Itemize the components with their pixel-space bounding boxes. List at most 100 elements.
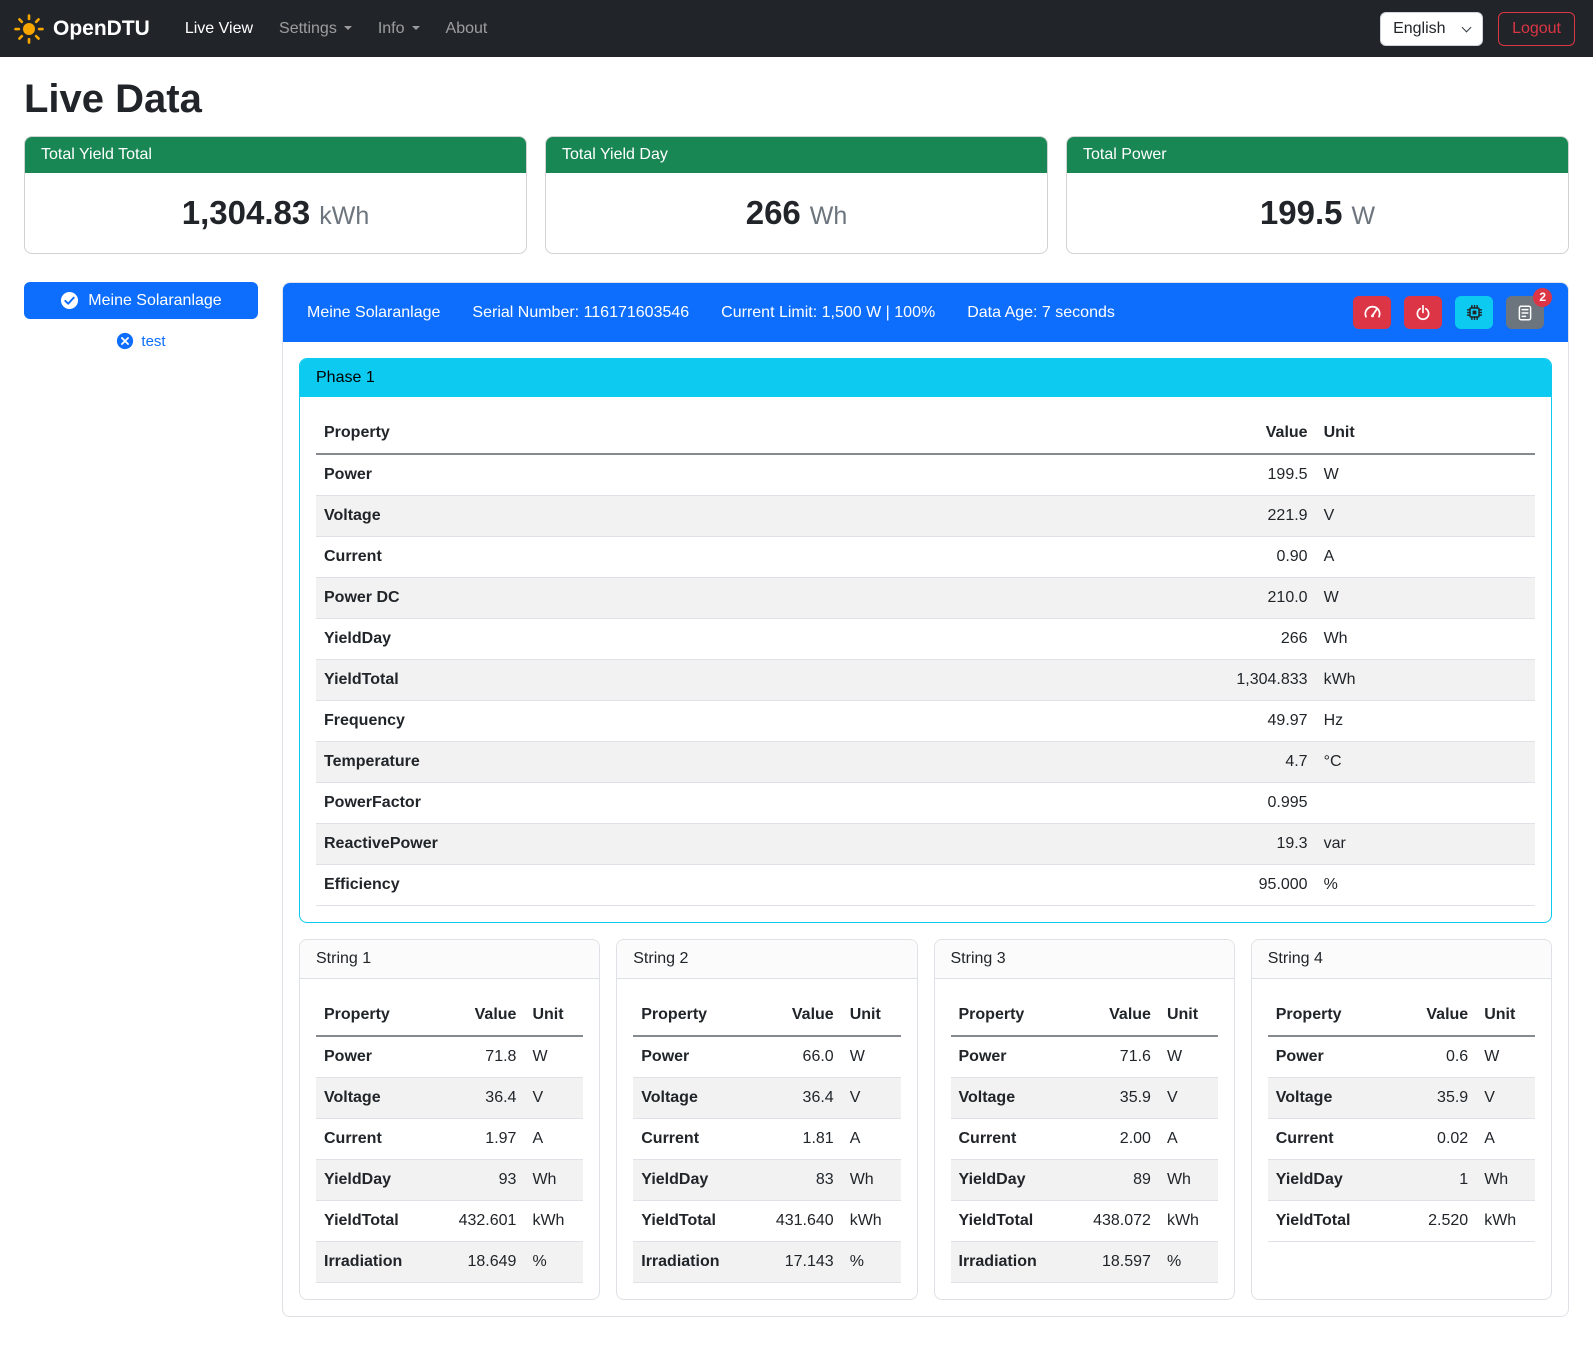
phase-card: Phase 1 Property Value Unit: [299, 358, 1552, 923]
nav-about[interactable]: About: [433, 12, 501, 46]
col-value: Value: [1072, 413, 1316, 454]
nav-info-label: Info: [378, 20, 405, 37]
summary-card-value: 266: [746, 194, 801, 231]
summary-card-total-power: Total Power 199.5W: [1066, 136, 1569, 254]
string-title: String 2: [617, 940, 916, 979]
summary-card-title: Total Power: [1067, 137, 1568, 173]
power-button[interactable]: [1404, 296, 1442, 329]
gauge-icon: [1363, 303, 1382, 322]
property-cell: Voltage: [633, 1078, 761, 1119]
value-cell: 17.143: [762, 1242, 842, 1283]
caret-down-icon: [344, 26, 352, 30]
value-cell: 0.6: [1396, 1036, 1476, 1078]
table-row: Voltage 36.4 V: [316, 1078, 583, 1119]
table-row: YieldDay 83 Wh: [633, 1160, 900, 1201]
phase-table: Property Value Unit Power: [316, 413, 1535, 906]
unit-cell: V: [1316, 496, 1535, 537]
property-cell: Current: [951, 1119, 1079, 1160]
value-cell: 4.7: [1072, 742, 1316, 783]
property-cell: YieldTotal: [316, 660, 1072, 701]
unit-cell: Wh: [1476, 1160, 1535, 1201]
col-unit: Unit: [842, 995, 901, 1036]
summary-card-total-yield-day: Total Yield Day 266Wh: [545, 136, 1048, 254]
inverter-button-label: Meine Solaranlage: [88, 292, 221, 310]
property-cell: Voltage: [951, 1078, 1079, 1119]
nav-info[interactable]: Info: [365, 12, 433, 46]
inverter-button-test[interactable]: test: [24, 332, 258, 350]
table-header-row: Property Value Unit: [951, 995, 1218, 1036]
table-row: Voltage 35.9 V: [1268, 1078, 1535, 1119]
value-cell: 18.649: [444, 1242, 524, 1283]
nav-settings[interactable]: Settings: [266, 12, 365, 46]
value-cell: 35.9: [1396, 1078, 1476, 1119]
unit-cell: W: [1476, 1036, 1535, 1078]
property-cell: Efficiency: [316, 865, 1072, 906]
limit-settings-button[interactable]: [1353, 296, 1391, 329]
unit-cell: V: [524, 1078, 583, 1119]
unit-cell: A: [1316, 537, 1535, 578]
language-select[interactable]: English: [1380, 12, 1483, 46]
summary-card-body: 199.5W: [1067, 173, 1568, 253]
table-row: ReactivePower 19.3 var: [316, 824, 1535, 865]
inverter-panel: Meine Solaranlage Serial Number: 1161716…: [282, 282, 1569, 1317]
unit-cell: W: [1316, 454, 1535, 496]
event-count-badge: 2: [1533, 288, 1552, 307]
navbar: OpenDTU Live View Settings Info About En…: [0, 0, 1593, 57]
device-info-button[interactable]: [1455, 296, 1493, 329]
inverter-button-meine-solaranlage[interactable]: Meine Solaranlage: [24, 282, 258, 319]
unit-cell: [1316, 783, 1535, 824]
property-cell: Temperature: [316, 742, 1072, 783]
string-card-4: String 4 Property Value Unit: [1251, 939, 1552, 1300]
value-cell: 89: [1079, 1160, 1159, 1201]
property-cell: Irradiation: [316, 1242, 444, 1283]
value-cell: 1.97: [444, 1119, 524, 1160]
summary-card-total-yield-total: Total Yield Total 1,304.83kWh: [24, 136, 527, 254]
inverter-sidebar: Meine Solaranlage test: [24, 282, 258, 350]
property-cell: Voltage: [316, 496, 1072, 537]
nav-live-view[interactable]: Live View: [172, 12, 266, 46]
summary-card-unit: Wh: [810, 202, 848, 230]
check-circle-icon: [60, 291, 79, 310]
table-row: YieldDay 93 Wh: [316, 1160, 583, 1201]
value-cell: 1.81: [762, 1119, 842, 1160]
property-cell: Power DC: [316, 578, 1072, 619]
unit-cell: W: [842, 1036, 901, 1078]
property-cell: YieldTotal: [633, 1201, 761, 1242]
navbar-right: English Logout: [1380, 12, 1579, 46]
unit-cell: var: [1316, 824, 1535, 865]
value-cell: 95.000: [1072, 865, 1316, 906]
value-cell: 71.8: [444, 1036, 524, 1078]
logout-button[interactable]: Logout: [1498, 12, 1575, 46]
unit-cell: A: [1159, 1119, 1218, 1160]
property-cell: YieldDay: [1268, 1160, 1396, 1201]
string-body: Property Value Unit Power: [300, 979, 599, 1299]
unit-cell: Wh: [524, 1160, 583, 1201]
table-row: YieldDay 89 Wh: [951, 1160, 1218, 1201]
table-row: YieldTotal 431.640 kWh: [633, 1201, 900, 1242]
nav-settings-label: Settings: [279, 20, 337, 37]
table-row: YieldTotal 2.520 kWh: [1268, 1201, 1535, 1242]
col-property: Property: [316, 995, 444, 1036]
page-title: Live Data: [24, 77, 1569, 122]
cpu-icon: [1465, 303, 1484, 322]
table-row: PowerFactor 0.995: [316, 783, 1535, 824]
table-header-row: Property Value Unit: [316, 413, 1535, 454]
unit-cell: Wh: [1159, 1160, 1218, 1201]
property-cell: Power: [316, 1036, 444, 1078]
value-cell: 266: [1072, 619, 1316, 660]
property-cell: Frequency: [316, 701, 1072, 742]
main-nav: Live View Settings Info About: [172, 12, 1380, 46]
string-body: Property Value Unit Power: [935, 979, 1234, 1299]
table-row: Current 0.02 A: [1268, 1119, 1535, 1160]
table-row: Power 71.6 W: [951, 1036, 1218, 1078]
value-cell: 66.0: [762, 1036, 842, 1078]
strings-row: String 1 Property Value Unit: [299, 939, 1552, 1300]
property-cell: YieldDay: [316, 1160, 444, 1201]
col-unit: Unit: [524, 995, 583, 1036]
table-header-row: Property Value Unit: [633, 995, 900, 1036]
value-cell: 19.3: [1072, 824, 1316, 865]
property-cell: ReactivePower: [316, 824, 1072, 865]
col-property: Property: [951, 995, 1079, 1036]
value-cell: 36.4: [762, 1078, 842, 1119]
brand-link[interactable]: OpenDTU: [14, 14, 150, 44]
